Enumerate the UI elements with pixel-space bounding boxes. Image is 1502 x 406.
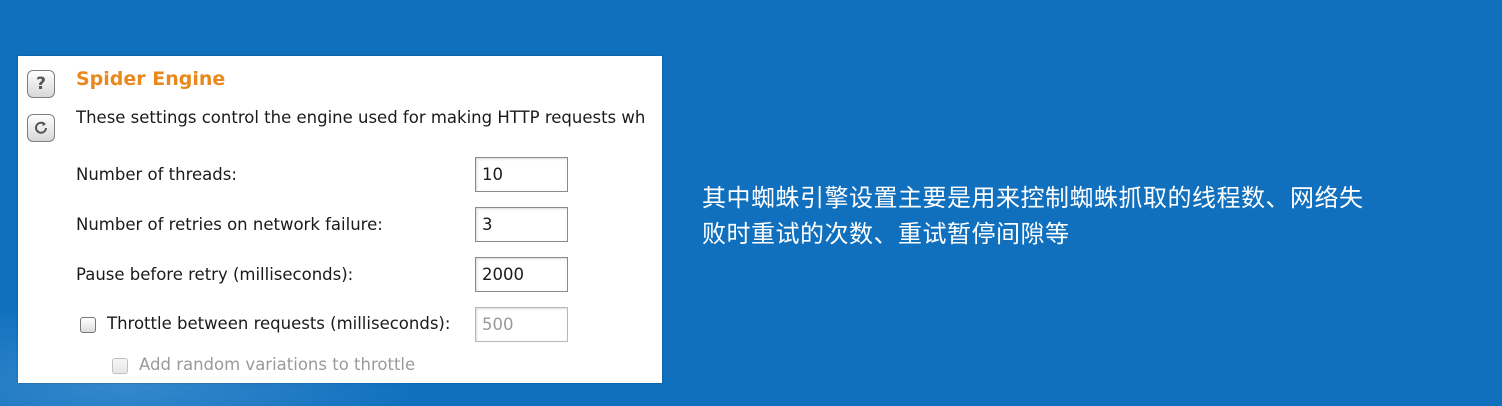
pause-label: Pause before retry (milliseconds): xyxy=(76,265,354,284)
pause-input[interactable]: 2000 xyxy=(475,257,568,292)
throttle-label: Throttle between requests (milliseconds)… xyxy=(107,314,451,333)
caption-line-1: 其中蜘蛛引擎设置主要是用来控制蜘蛛抓取的线程数、网络失 xyxy=(702,184,1364,212)
spider-engine-panel: ? Spider Engine These settings control t… xyxy=(18,56,662,383)
help-icon[interactable]: ? xyxy=(27,70,55,98)
random-variations-checkbox[interactable] xyxy=(112,358,128,374)
random-variations-label: Add random variations to throttle xyxy=(139,355,416,374)
threads-input[interactable]: 10 xyxy=(475,157,568,192)
reset-icon[interactable] xyxy=(27,114,55,142)
caption-line-2: 败时重试的次数、重试暂停间隙等 xyxy=(702,220,1070,248)
retries-input[interactable]: 3 xyxy=(475,207,568,242)
throttle-input[interactable]: 500 xyxy=(475,307,568,342)
reset-arrow-icon xyxy=(35,121,47,134)
retries-label: Number of retries on network failure: xyxy=(76,215,383,234)
throttle-checkbox[interactable] xyxy=(80,317,96,333)
threads-label: Number of threads: xyxy=(76,165,237,184)
caption-text: 其中蜘蛛引擎设置主要是用来控制蜘蛛抓取的线程数、网络失 败时重试的次数、重试暂停… xyxy=(702,180,1492,252)
section-description: These settings control the engine used f… xyxy=(76,108,646,127)
section-title: Spider Engine xyxy=(76,68,226,90)
